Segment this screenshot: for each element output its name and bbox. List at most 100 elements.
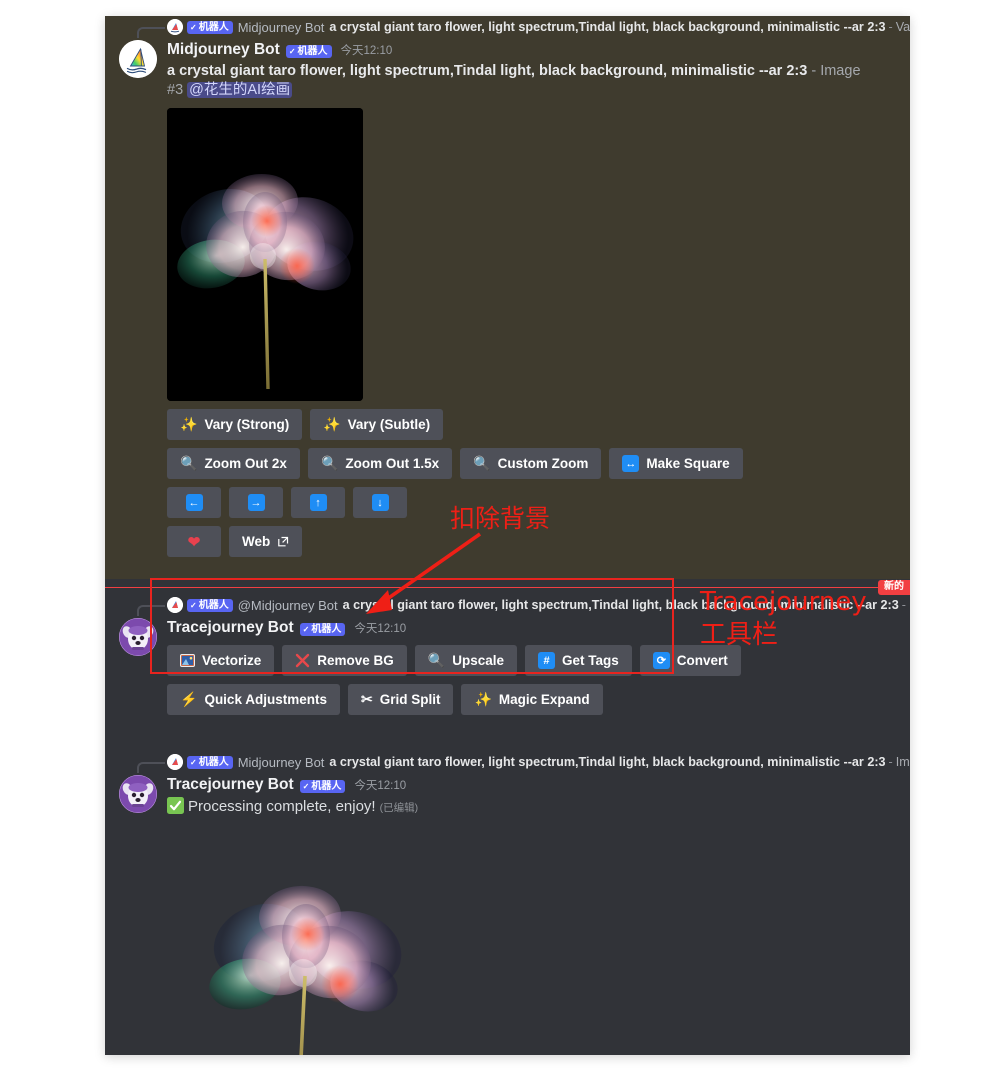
button-label: Zoom Out 1.5x [345, 456, 440, 471]
timestamp-day: 今天 [354, 780, 378, 792]
reply-context[interactable]: ✓ 机器人 Midjourney Bot a crystal giant taro… [105, 751, 910, 773]
remove-bg-button[interactable]: Remove BG [282, 645, 407, 676]
check-icon: ✓ [288, 47, 296, 56]
generated-image-hero[interactable] [167, 108, 363, 401]
button-row: ✨ Vary (Strong) ✨ Vary (Subtle) [167, 409, 900, 440]
reply-tail-text: Imag [909, 598, 910, 612]
reply-context[interactable]: ✓ 机器人 Midjourney Bot a crystal giant taro… [105, 16, 910, 38]
sparkles-icon: ✨ [323, 416, 341, 432]
timestamp-time: 12:10 [377, 623, 407, 635]
edited-label: (已编辑) [379, 802, 419, 814]
message-content: Processing complete, enjoy! (已编辑) [167, 797, 872, 820]
button-label: Make Square [646, 456, 730, 471]
reply-prompt-text: a crystal giant taro flower, light spect… [329, 20, 886, 34]
button-label: Custom Zoom [497, 456, 589, 471]
button-label: Remove BG [317, 653, 394, 668]
author-name[interactable]: Tracejourney Bot [167, 775, 294, 795]
reply-author-name: @Midjourney Bot [237, 597, 338, 613]
prompt-text: a crystal giant taro flower, light spect… [167, 63, 808, 79]
magnifier-icon: 🔍 [473, 455, 491, 471]
web-button[interactable]: Web [229, 526, 303, 557]
message-midjourney: Midjourney Bot ✓ 机器人 今天12:10 a crystal gi… [105, 38, 910, 579]
crystal-flower-artwork [167, 108, 363, 401]
sparkles-icon: ✨ [474, 691, 492, 707]
lightning-icon: ⚡ [180, 691, 198, 707]
upscale-button[interactable]: 🔍 Upscale [414, 645, 518, 676]
content-separator: - [811, 63, 817, 79]
check-icon: ✓ [190, 757, 197, 767]
tracejourney-component-buttons: Vectorize Remove BG 🔍 Upscale # Get Tags… [167, 645, 900, 715]
attachment[interactable] [167, 832, 900, 1055]
crystal-flower-artwork-nobg [209, 885, 402, 1055]
button-label: Magic Expand [498, 692, 590, 707]
midjourney-avatar[interactable] [119, 40, 157, 78]
result-image-transparent[interactable] [199, 832, 414, 1055]
check-icon: ✓ [190, 600, 197, 610]
message-timestamp: 今天12:10 [341, 41, 393, 61]
midjourney-component-buttons: ✨ Vary (Strong) ✨ Vary (Subtle) 🔍 Zoom O… [167, 409, 900, 557]
message-header: Tracejourney Bot ✓ 机器人 今天12:10 [167, 775, 900, 796]
attachment[interactable] [167, 108, 900, 401]
left-right-arrow-icon: ↔ [622, 455, 640, 472]
button-label: Quick Adjustments [204, 692, 327, 707]
bot-badge: ✓ 机器人 [187, 20, 233, 34]
pan-left-button[interactable]: ← [167, 487, 221, 518]
quick-adjustments-button[interactable]: ⚡ Quick Adjustments [167, 684, 340, 715]
bot-badge-label: 机器人 [297, 46, 328, 57]
reply-separator: - [888, 20, 893, 34]
pan-up-button[interactable]: ↑ [291, 487, 345, 518]
magnifier-icon: 🔍 [320, 455, 339, 471]
favorite-button[interactable]: ❤ [167, 526, 221, 557]
button-label: Zoom Out 2x [204, 456, 287, 471]
author-name[interactable]: Midjourney Bot [167, 40, 280, 60]
red-x-icon [295, 653, 310, 668]
custom-zoom-button[interactable]: 🔍 Custom Zoom [460, 448, 602, 479]
reply-prompt-text: a crystal giant taro flower, light spect… [329, 755, 886, 769]
tracejourney-avatar[interactable] [119, 775, 157, 813]
zoom-out-2x-button[interactable]: 🔍 Zoom Out 2x [167, 448, 300, 479]
make-square-button[interactable]: ↔ Make Square [609, 448, 743, 479]
vary-subtle-button[interactable]: ✨ Vary (Subtle) [310, 409, 444, 440]
user-mention[interactable]: @花生的AI绘画 [187, 82, 293, 98]
pan-right-button[interactable]: → [229, 487, 283, 518]
button-row: 🔍 Zoom Out 2x 🔍 Zoom Out 1.5x 🔍 Custom Z… [167, 448, 900, 479]
status-text: Processing complete, enjoy! [188, 798, 376, 815]
screenshot-root: ✓ 机器人 Midjourney Bot a crystal giant taro… [0, 0, 1000, 1071]
vectorize-button[interactable]: Vectorize [167, 645, 275, 676]
annotation-toolbar-label: Tracejourney 工具栏 [700, 587, 867, 650]
message-content: a crystal giant taro flower, light spect… [167, 62, 872, 100]
zoom-out-1-5x-button[interactable]: 🔍 Zoom Out 1.5x [307, 448, 453, 479]
check-icon: ✓ [302, 625, 310, 634]
button-label: Vectorize [202, 653, 262, 668]
message-header: Midjourney Bot ✓ 机器人 今天12:10 [167, 40, 900, 61]
pan-down-button[interactable]: ↓ [353, 487, 407, 518]
discord-chat-panel: ✓ 机器人 Midjourney Bot a crystal giant taro… [105, 16, 910, 1055]
grid-split-button[interactable]: ✂ Grid Split [347, 684, 454, 715]
heart-icon: ❤ [187, 533, 201, 551]
get-tags-button[interactable]: # Get Tags [525, 645, 632, 676]
message-timestamp: 今天12:10 [354, 776, 406, 796]
arrow-right-icon: → [247, 494, 265, 511]
refresh-icon: ⟳ [652, 652, 670, 669]
annotation-remove-bg-label: 扣除背景 [450, 504, 551, 533]
arrow-left-icon: ← [185, 494, 203, 511]
bot-badge: ✓ 机器人 [299, 623, 346, 636]
author-name[interactable]: Tracejourney Bot [167, 618, 294, 638]
button-label: Web [242, 534, 271, 549]
magic-expand-button[interactable]: ✨ Magic Expand [461, 684, 603, 715]
picture-icon [180, 654, 195, 667]
vary-strong-button[interactable]: ✨ Vary (Strong) [167, 409, 303, 440]
reply-author-name: Midjourney Bot [237, 754, 325, 770]
arrow-up-icon: ↑ [309, 494, 327, 511]
check-icon: ✓ [302, 782, 310, 791]
timestamp-time: 12:10 [377, 780, 407, 792]
scissors-icon: ✂ [360, 691, 373, 707]
reply-author-name: Midjourney Bot [237, 19, 325, 35]
green-check-icon [167, 797, 184, 820]
button-row: ⚡ Quick Adjustments ✂ Grid Split ✨ Magic… [167, 684, 900, 715]
magnifier-icon: 🔍 [427, 652, 446, 668]
reply-separator: - [888, 755, 893, 769]
tracejourney-avatar[interactable] [119, 618, 157, 656]
sparkles-icon: ✨ [180, 416, 198, 432]
